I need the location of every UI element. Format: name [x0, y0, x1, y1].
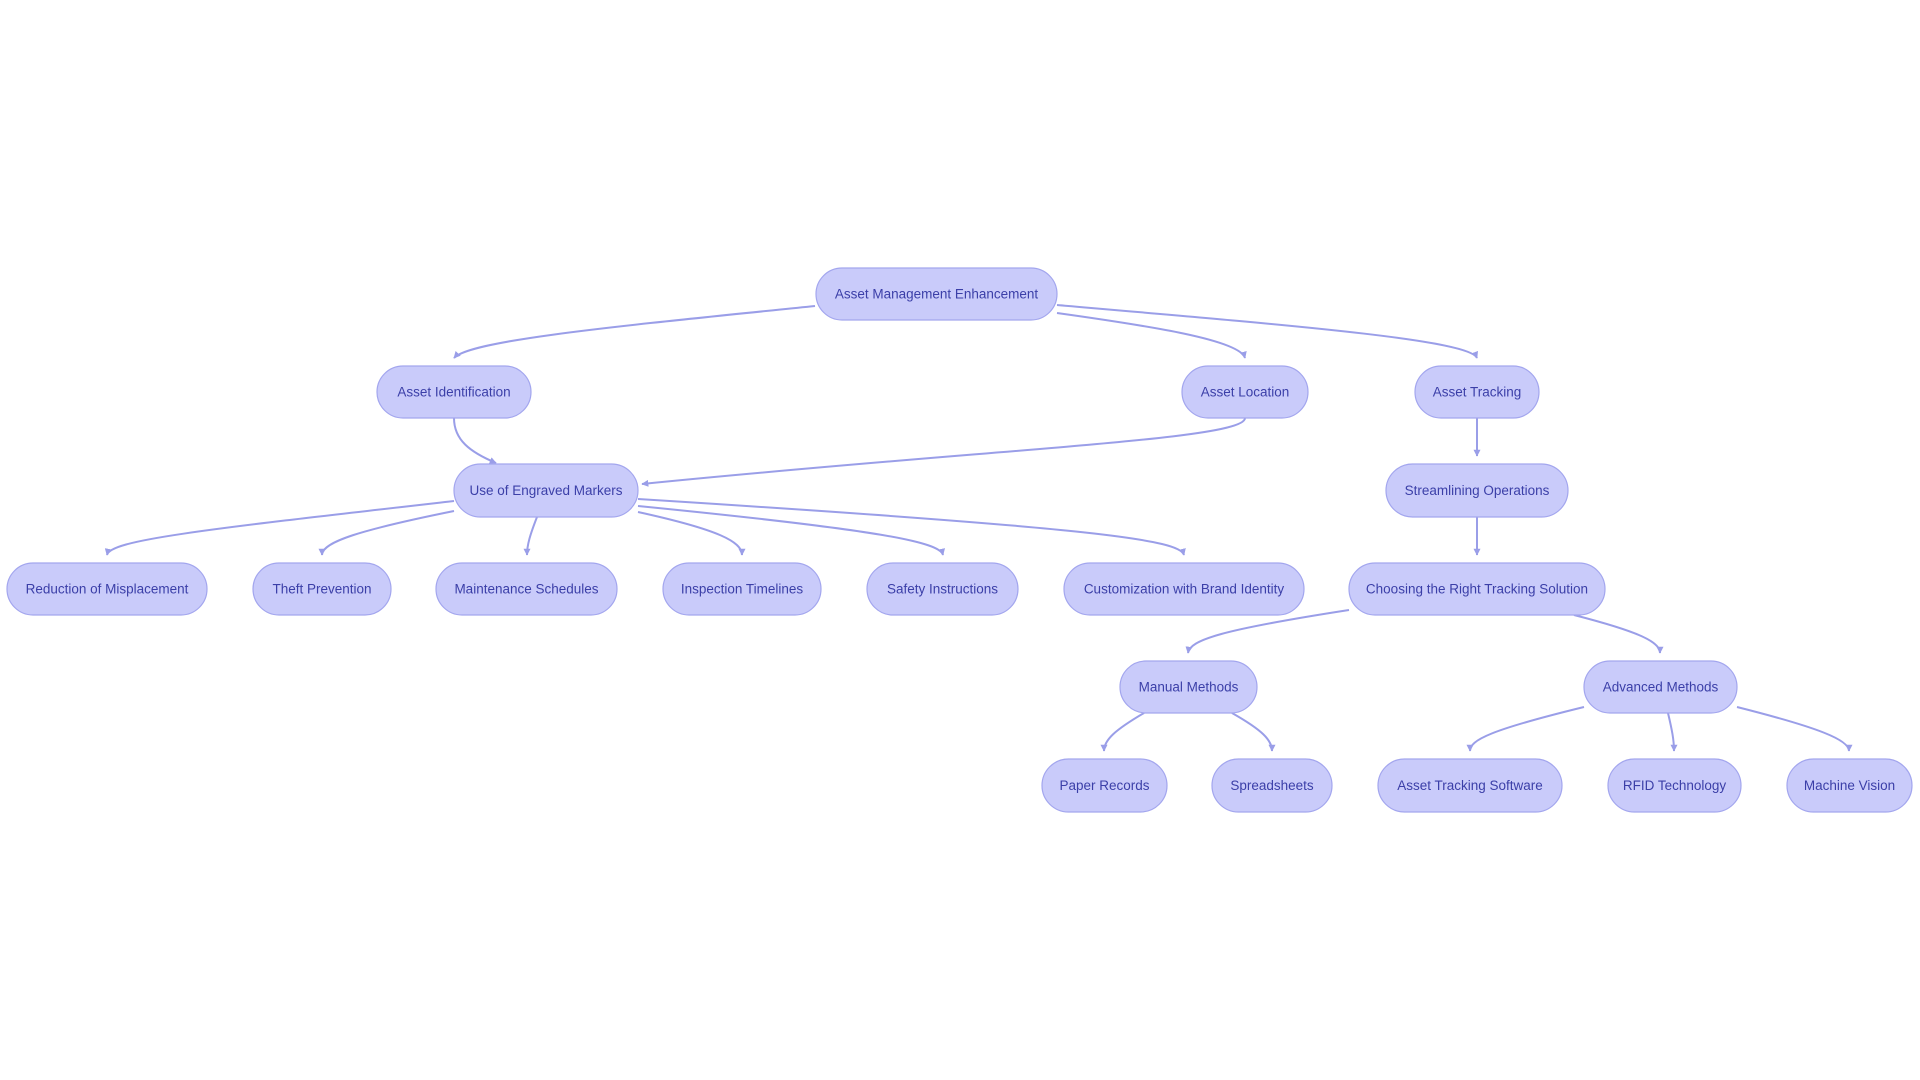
edge-adm-ats [1466, 706, 1585, 752]
node-label: Asset Tracking Software [1397, 778, 1543, 793]
node-aid[interactable]: Asset Identification [376, 365, 532, 419]
edge-mam-spr [1231, 712, 1276, 752]
edge-aid-uem [453, 417, 497, 464]
node-uem[interactable]: Use of Engraved Markers [453, 463, 639, 518]
edge-adm-rfid [1667, 712, 1678, 752]
node-cbi[interactable]: Customization with Brand Identity [1063, 562, 1305, 616]
node-label: Use of Engraved Markers [469, 483, 622, 498]
node-rfid[interactable]: RFID Technology [1607, 758, 1742, 813]
node-label: Inspection Timelines [681, 582, 804, 597]
node-label: Streamlining Operations [1405, 483, 1550, 498]
node-label: Maintenance Schedules [454, 582, 598, 597]
node-adm[interactable]: Advanced Methods [1583, 660, 1738, 714]
nodes-layer: Asset Management Enhancement Asset Identi… [6, 267, 1913, 813]
node-label: Asset Tracking [1433, 385, 1522, 400]
edge-ame-atr [1056, 304, 1478, 359]
node-rom[interactable]: Reduction of Misplacement [6, 562, 208, 616]
edge-ame-aid [453, 305, 816, 359]
node-aloc[interactable]: Asset Location [1181, 365, 1309, 419]
node-mam[interactable]: Manual Methods [1119, 660, 1258, 714]
node-label: Spreadsheets [1230, 778, 1314, 793]
node-par[interactable]: Paper Records [1041, 758, 1168, 813]
node-spr[interactable]: Spreadsheets [1211, 758, 1333, 813]
edge-uem-thp [318, 510, 455, 556]
node-label: Asset Identification [397, 385, 510, 400]
edge-uem-cbi [637, 498, 1186, 556]
node-thp[interactable]: Theft Prevention [252, 562, 392, 616]
node-label: Choosing the Right Tracking Solution [1366, 582, 1588, 597]
node-mas[interactable]: Maintenance Schedules [435, 562, 618, 616]
node-label: Customization with Brand Identity [1084, 582, 1285, 597]
node-ats[interactable]: Asset Tracking Software [1377, 758, 1563, 813]
edge-adm-mav [1736, 706, 1853, 752]
node-label: Safety Instructions [887, 582, 998, 597]
node-crt[interactable]: Choosing the Right Tracking Solution [1348, 562, 1606, 616]
node-label: Advanced Methods [1603, 680, 1719, 695]
edge-uem-rom [104, 500, 455, 556]
node-label: RFID Technology [1623, 778, 1727, 793]
edge-crt-mam [1185, 609, 1350, 654]
node-label: Asset Location [1201, 385, 1290, 400]
node-sai[interactable]: Safety Instructions [866, 562, 1019, 616]
node-label: Machine Vision [1804, 778, 1895, 793]
node-label: Reduction of Misplacement [26, 582, 189, 597]
node-atr[interactable]: Asset Tracking [1414, 365, 1540, 419]
edge-uem-int [637, 511, 746, 556]
edge-aloc-uem [641, 417, 1246, 487]
edge-uem-sai [637, 505, 945, 556]
node-label: Paper Records [1059, 778, 1149, 793]
node-mav[interactable]: Machine Vision [1786, 758, 1913, 813]
edge-mam-par [1100, 712, 1145, 752]
node-int[interactable]: Inspection Timelines [662, 562, 822, 616]
node-label: Manual Methods [1139, 680, 1239, 695]
node-label: Asset Management Enhancement [835, 287, 1039, 302]
node-label: Theft Prevention [272, 582, 371, 597]
flowchart-diagram: Asset Management Enhancement Asset Identi… [6, 267, 1913, 813]
node-sop[interactable]: Streamlining Operations [1385, 463, 1569, 518]
node-ame[interactable]: Asset Management Enhancement [815, 267, 1058, 321]
edge-crt-adm [1573, 614, 1664, 654]
edge-uem-mas [523, 516, 538, 556]
